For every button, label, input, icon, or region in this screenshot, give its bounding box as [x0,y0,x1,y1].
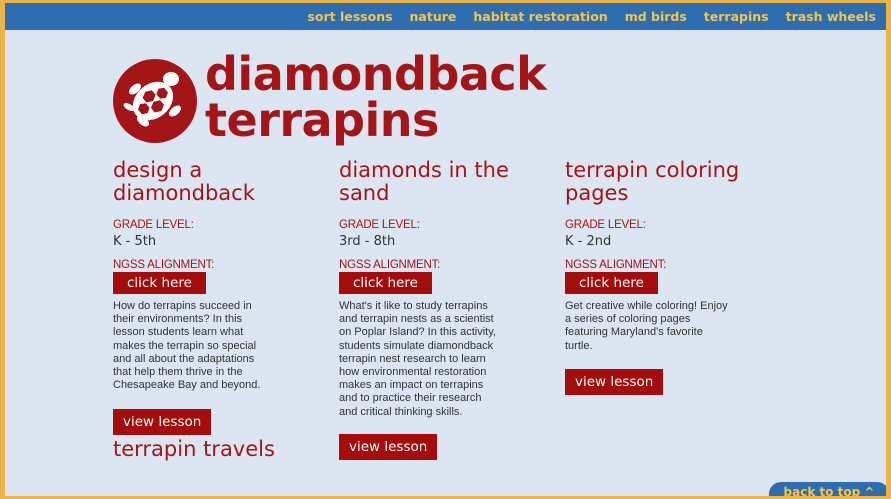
lesson-description-line: lesson students learn what [113,326,244,339]
nav-trash-wheels[interactable]: trash wheels [786,9,876,24]
nav-nature[interactable]: nature [410,9,457,24]
top-nav: sort lessons nature habitat restoration … [5,3,886,30]
view-lesson-button[interactable]: view lesson [339,433,438,460]
lesson-description-line: and all about the adaptations [113,352,255,365]
lesson-description-line: Chesapeake Bay and beyond. [113,379,261,392]
lesson-description-line: makes the terrapin so special [113,339,257,352]
ngss-click-here-button[interactable]: click here [565,272,658,294]
lesson-description-line: on Poplar Island? In this activity, [339,326,496,339]
next-lesson-title: terrapin travels [113,437,275,461]
ngss-click-here-button[interactable]: click here [339,272,432,294]
ngss-label: NGSS ALIGNMENT: [113,259,215,271]
lesson-description-line: and critical thinking skills. [339,405,463,418]
ngss-click-here-button[interactable]: click here [113,272,206,294]
terrapin-logo-icon [113,59,197,143]
lesson-card: design a diamondback GRADE LEVEL: K - 5t… [113,159,328,436]
page-title: diamondback terrapins [205,47,547,147]
lesson-description-line: a series of coloring pages [565,313,691,326]
lesson-description: What's it like to study terrapins and te… [339,300,554,419]
ngss-label: NGSS ALIGNMENT: [339,259,441,271]
lesson-description-line: What's it like to study terrapins [339,300,488,312]
grade-level-value: K - 5th [113,234,157,249]
lesson-description: Get creative while coloring! Enjoy a ser… [565,300,780,353]
lesson-title-line1: design a [113,158,203,182]
view-lesson-button[interactable]: view lesson [113,409,212,436]
nav-terrapins[interactable]: terrapins [704,9,769,24]
lesson-description-line: makes an impact on terrapins [339,379,484,392]
lesson-description-line: students simulate diamondback [339,339,494,352]
page-title-line1: diamondback [205,47,547,101]
lesson-card: terrapin coloring pages GRADE LEVEL: K -… [565,159,780,395]
grade-level-value: 3rd - 8th [339,234,396,249]
lesson-description-line: How do terrapins succeed in [113,300,252,312]
lesson-title-line2: diamondback [113,181,255,205]
grade-level-label: GRADE LEVEL: [113,219,194,231]
lesson-title-line2: pages [565,181,629,205]
nav-habitat-restoration[interactable]: habitat restoration [473,9,607,24]
lesson-description-line: and to practice their research [339,392,482,405]
lesson-title-line1: terrapin coloring [565,158,740,182]
back-to-top-button[interactable]: back to top ^ [769,482,886,496]
lesson-description-line: featuring Maryland's favorite [565,326,703,339]
lesson-description: How do terrapins succeed in their enviro… [113,300,328,392]
nav-sort-lessons[interactable]: sort lessons [307,9,392,24]
lesson-description-line: turtle. [565,339,593,352]
grade-level-value: K - 2nd [565,234,612,249]
lesson-description-line: and terrapin nests as a scientist [339,313,494,326]
lesson-description-line: terrapin nest research to learn [339,352,486,365]
lesson-title: diamonds in the sand [339,159,554,205]
lesson-description-line: Get creative while coloring! Enjoy [565,300,728,312]
ngss-label: NGSS ALIGNMENT: [565,259,667,271]
page-frame: sort lessons nature habitat restoration … [5,3,886,496]
lesson-title: terrapin coloring pages [565,159,780,205]
lesson-card: diamonds in the sand GRADE LEVEL: 3rd - … [339,159,554,460]
lesson-title-line2: sand [339,181,390,205]
nav-md-birds[interactable]: md birds [625,9,687,24]
grade-level-label: GRADE LEVEL: [565,219,646,231]
page-title-line2: terrapins [205,93,439,147]
lesson-title: design a diamondback [113,159,328,205]
lesson-description-line: their environments? In this [113,313,243,326]
lesson-description-line: how environmental restoration [339,366,487,379]
lesson-description-line: that help them thrive in the [113,366,243,379]
grade-level-label: GRADE LEVEL: [339,219,420,231]
lesson-title-line1: diamonds in the [339,158,509,182]
view-lesson-button[interactable]: view lesson [565,368,664,395]
